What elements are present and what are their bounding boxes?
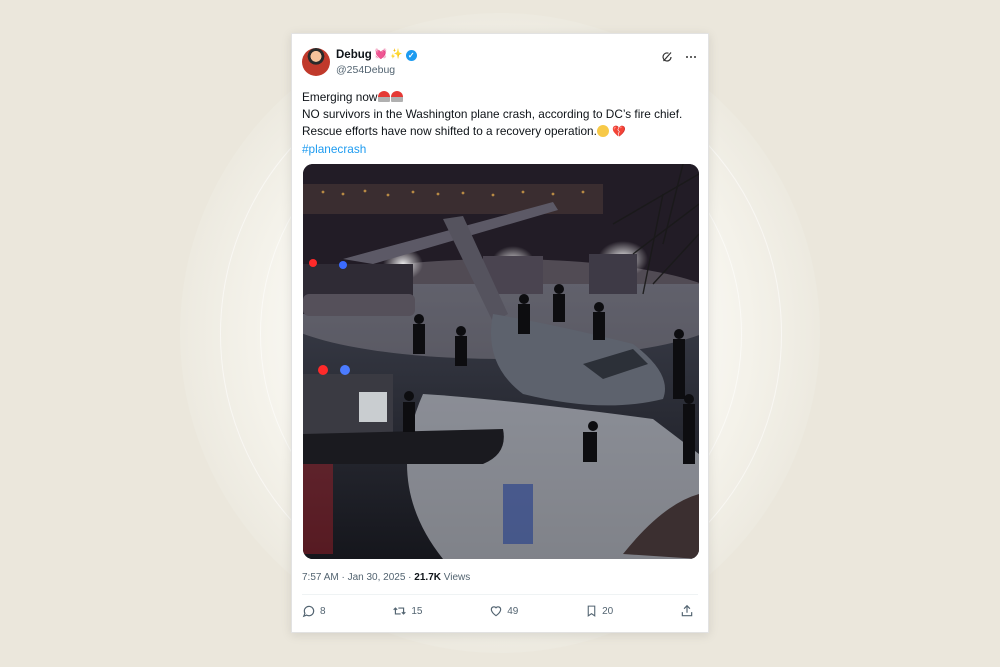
grok-icon[interactable] bbox=[660, 50, 674, 64]
author-name-row[interactable]: Debug 💓 ✨ ✓ bbox=[336, 49, 417, 61]
name-emoji-sparkles: ✨ bbox=[390, 49, 403, 60]
avatar[interactable] bbox=[302, 48, 330, 76]
repost-icon bbox=[393, 607, 407, 615]
hashtag-link[interactable]: #planecrash bbox=[302, 141, 702, 158]
broken-heart-emoji-icon: 💔 bbox=[612, 126, 626, 138]
siren-emoji-icon bbox=[378, 91, 391, 102]
views-count: 21.7K bbox=[414, 572, 441, 583]
sad-face-emoji-icon bbox=[596, 125, 609, 137]
display-name[interactable]: Debug bbox=[336, 49, 372, 61]
action-bar: 8 15 49 20 bbox=[302, 604, 694, 618]
repost-count: 15 bbox=[411, 605, 423, 617]
share-icon bbox=[681, 604, 693, 617]
bookmark-count: 20 bbox=[602, 605, 614, 617]
like-icon bbox=[490, 606, 502, 617]
reply-icon bbox=[302, 605, 315, 618]
views-label: Views bbox=[440, 572, 471, 583]
tweet-image[interactable] bbox=[303, 164, 699, 559]
share-button[interactable] bbox=[680, 604, 694, 618]
author-handle[interactable]: @254Debug bbox=[336, 64, 395, 76]
bookmark-button[interactable]: 20 bbox=[585, 604, 613, 618]
bookmark-icon bbox=[587, 605, 596, 617]
tweet-line-3: Rescue efforts have now shifted to a rec… bbox=[302, 124, 597, 138]
reply-button[interactable]: 8 bbox=[302, 604, 326, 618]
name-emoji-heart: 💓 bbox=[374, 49, 388, 60]
post-timestamp[interactable]: 7:57 AM · Jan 30, 2025 · 21.7K Views bbox=[302, 572, 470, 583]
tweet-text: Emerging now NO survivors in the Washing… bbox=[302, 89, 702, 158]
like-count: 49 bbox=[507, 605, 519, 617]
more-icon[interactable] bbox=[684, 50, 698, 64]
verified-badge-icon: ✓ bbox=[405, 49, 417, 61]
reply-count: 8 bbox=[320, 605, 326, 617]
repost-button[interactable]: 15 bbox=[392, 604, 422, 618]
tweet-line-2: NO survivors in the Washington plane cra… bbox=[302, 107, 683, 121]
timestamp-text: 7:57 AM · Jan 30, 2025 · bbox=[302, 572, 415, 583]
post-top-actions bbox=[660, 50, 698, 64]
crash-scene-image bbox=[303, 164, 699, 559]
siren-emoji-icon bbox=[391, 91, 404, 102]
divider bbox=[302, 594, 698, 595]
tweet-line-1: Emerging now bbox=[302, 90, 378, 104]
like-button[interactable]: 49 bbox=[489, 604, 518, 618]
tweet-card: Debug 💓 ✨ ✓ @254Debug Emerging now NO su… bbox=[291, 33, 709, 633]
